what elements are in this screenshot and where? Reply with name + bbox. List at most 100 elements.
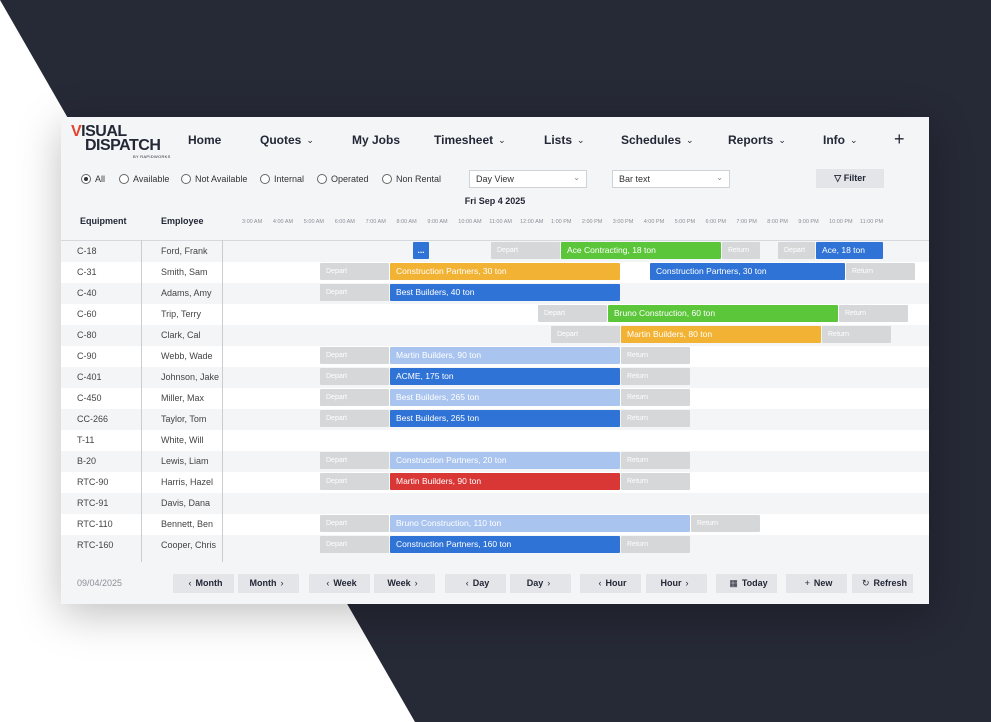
employee-cell: Trip, Terry	[161, 309, 202, 319]
job-bar[interactable]: Best Builders, 265 ton	[390, 410, 620, 427]
prev-day-button[interactable]: ‹ Day	[445, 574, 506, 593]
employee-cell: White, Will	[161, 435, 204, 445]
return-bar[interactable]: Return	[722, 242, 760, 259]
next-day-button[interactable]: Day ›	[510, 574, 571, 593]
visual-dispatch-logo[interactable]: VISUAL DISPATCH BY RAPIDWORKS	[71, 124, 171, 160]
job-bar[interactable]: ...	[413, 242, 429, 259]
depart-bar[interactable]: Depart	[320, 368, 389, 385]
hour-label: 8:00 AM	[396, 219, 417, 225]
next-month-button[interactable]: Month ›	[238, 574, 299, 593]
chevron-right-icon: ›	[280, 578, 284, 588]
table-row[interactable]: RTC-91 Davis, Dana	[61, 493, 929, 514]
return-bar[interactable]: Return	[621, 536, 690, 553]
job-bar[interactable]: Bruno Construction, 110 ton	[390, 515, 690, 532]
bar-text-select[interactable]: Bar text ⌄	[612, 170, 730, 188]
employee-cell: Bennett, Ben	[161, 519, 214, 529]
return-bar[interactable]: Return	[839, 305, 908, 322]
depart-bar[interactable]: Depart	[778, 242, 815, 259]
today-button[interactable]: ▦ Today	[716, 574, 777, 593]
chevron-down-icon: ⌄	[577, 135, 585, 145]
job-bar[interactable]: Best Builders, 40 ton	[390, 284, 620, 301]
radio-available[interactable]: Available	[119, 174, 169, 184]
depart-bar[interactable]: Depart	[320, 389, 389, 406]
employee-cell: Taylor, Tom	[161, 414, 207, 424]
job-bar[interactable]: Construction Partners, 30 ton	[390, 263, 620, 280]
job-bar[interactable]: Martin Builders, 90 ton	[390, 347, 620, 364]
return-bar[interactable]: Return	[691, 515, 760, 532]
radio-operated[interactable]: Operated	[317, 174, 369, 184]
radio-internal[interactable]: Internal	[260, 174, 304, 184]
radio-all[interactable]: All	[81, 174, 105, 184]
return-bar[interactable]: Return	[621, 473, 690, 490]
radio-non-rental[interactable]: Non Rental	[382, 174, 441, 184]
equipment-cell: C-31	[77, 267, 97, 277]
job-bar[interactable]: Ace Contracting, 18 ton	[561, 242, 721, 259]
job-bar[interactable]: Martin Builders, 80 ton	[621, 326, 821, 343]
chevron-right-icon: ›	[547, 578, 551, 588]
return-bar[interactable]: Return	[846, 263, 915, 280]
table-row[interactable]: T-11 White, Will	[61, 430, 929, 451]
hour-label: 11:00 AM	[489, 219, 513, 225]
nav-schedules[interactable]: Schedules ⌄	[621, 133, 694, 147]
add-icon[interactable]: +	[894, 129, 905, 150]
nav-lists[interactable]: Lists ⌄	[544, 133, 585, 147]
job-bar[interactable]: Best Builders, 265 ton	[390, 389, 620, 406]
return-bar[interactable]: Return	[621, 410, 690, 427]
depart-bar[interactable]: Depart	[551, 326, 620, 343]
depart-bar[interactable]: Depart	[320, 452, 389, 469]
next-hour-button[interactable]: Hour ›	[646, 574, 707, 593]
hour-label: 9:00 PM	[798, 219, 819, 225]
hour-label: 9:00 AM	[427, 219, 448, 225]
job-bar[interactable]: Construction Partners, 20 ton	[390, 452, 620, 469]
nav-info[interactable]: Info ⌄	[823, 133, 858, 147]
view-select[interactable]: Day View ⌄	[469, 170, 587, 188]
return-bar[interactable]: Return	[621, 389, 690, 406]
equipment-cell: C-40	[77, 288, 97, 298]
new-button[interactable]: + New	[786, 574, 847, 593]
depart-bar[interactable]: Depart	[320, 347, 389, 364]
job-bar[interactable]: Construction Partners, 160 ton	[390, 536, 620, 553]
prev-week-button[interactable]: ‹ Week	[309, 574, 370, 593]
depart-bar[interactable]: Depart	[320, 473, 389, 490]
hour-label: 5:00 AM	[303, 219, 324, 225]
prev-hour-button[interactable]: ‹ Hour	[580, 574, 641, 593]
equipment-cell: C-401	[77, 372, 102, 382]
chevron-left-icon: ‹	[465, 578, 469, 588]
job-bar[interactable]: Bruno Construction, 60 ton	[608, 305, 838, 322]
depart-bar[interactable]: Depart	[320, 515, 389, 532]
return-bar[interactable]: Return	[621, 452, 690, 469]
hour-label: 10:00 AM	[458, 219, 482, 225]
radio-icon	[382, 174, 392, 184]
depart-bar[interactable]: Depart	[491, 242, 560, 259]
depart-bar[interactable]: Depart	[538, 305, 607, 322]
return-bar[interactable]: Return	[621, 347, 690, 364]
depart-bar[interactable]: Depart	[320, 284, 389, 301]
job-bar[interactable]: ACME, 175 ton	[390, 368, 620, 385]
return-bar[interactable]: Return	[822, 326, 891, 343]
depart-bar[interactable]: Depart	[320, 263, 389, 280]
nav-my-jobs[interactable]: My Jobs	[352, 133, 400, 147]
nav-reports[interactable]: Reports ⌄	[728, 133, 786, 147]
chevron-right-icon: ›	[414, 578, 418, 588]
radio-icon	[181, 174, 191, 184]
nav-timesheet[interactable]: Timesheet ⌄	[434, 133, 506, 147]
nav-home[interactable]: Home	[188, 133, 221, 147]
employee-cell: Clark, Cal	[161, 330, 201, 340]
prev-month-button[interactable]: ‹ Month	[173, 574, 234, 593]
job-bar[interactable]: Martin Builders, 90 ton	[390, 473, 620, 490]
nav-quotes[interactable]: Quotes ⌄	[260, 133, 314, 147]
depart-bar[interactable]: Depart	[320, 410, 389, 427]
equipment-cell: C-60	[77, 309, 97, 319]
divider	[141, 240, 142, 562]
return-bar[interactable]: Return	[621, 368, 690, 385]
filter-button[interactable]: ▽ Filter	[816, 169, 884, 188]
refresh-button[interactable]: ↻ Refresh	[852, 574, 913, 593]
employee-cell: Ford, Frank	[161, 246, 208, 256]
job-bar[interactable]: Construction Partners, 30 ton	[650, 263, 845, 280]
radio-not-available[interactable]: Not Available	[181, 174, 247, 184]
next-week-button[interactable]: Week ›	[374, 574, 435, 593]
job-bar[interactable]: Ace, 18 ton	[816, 242, 883, 259]
logo-accent: V	[71, 123, 82, 140]
logo-tagline: BY RAPIDWORKS	[133, 154, 171, 159]
depart-bar[interactable]: Depart	[320, 536, 389, 553]
